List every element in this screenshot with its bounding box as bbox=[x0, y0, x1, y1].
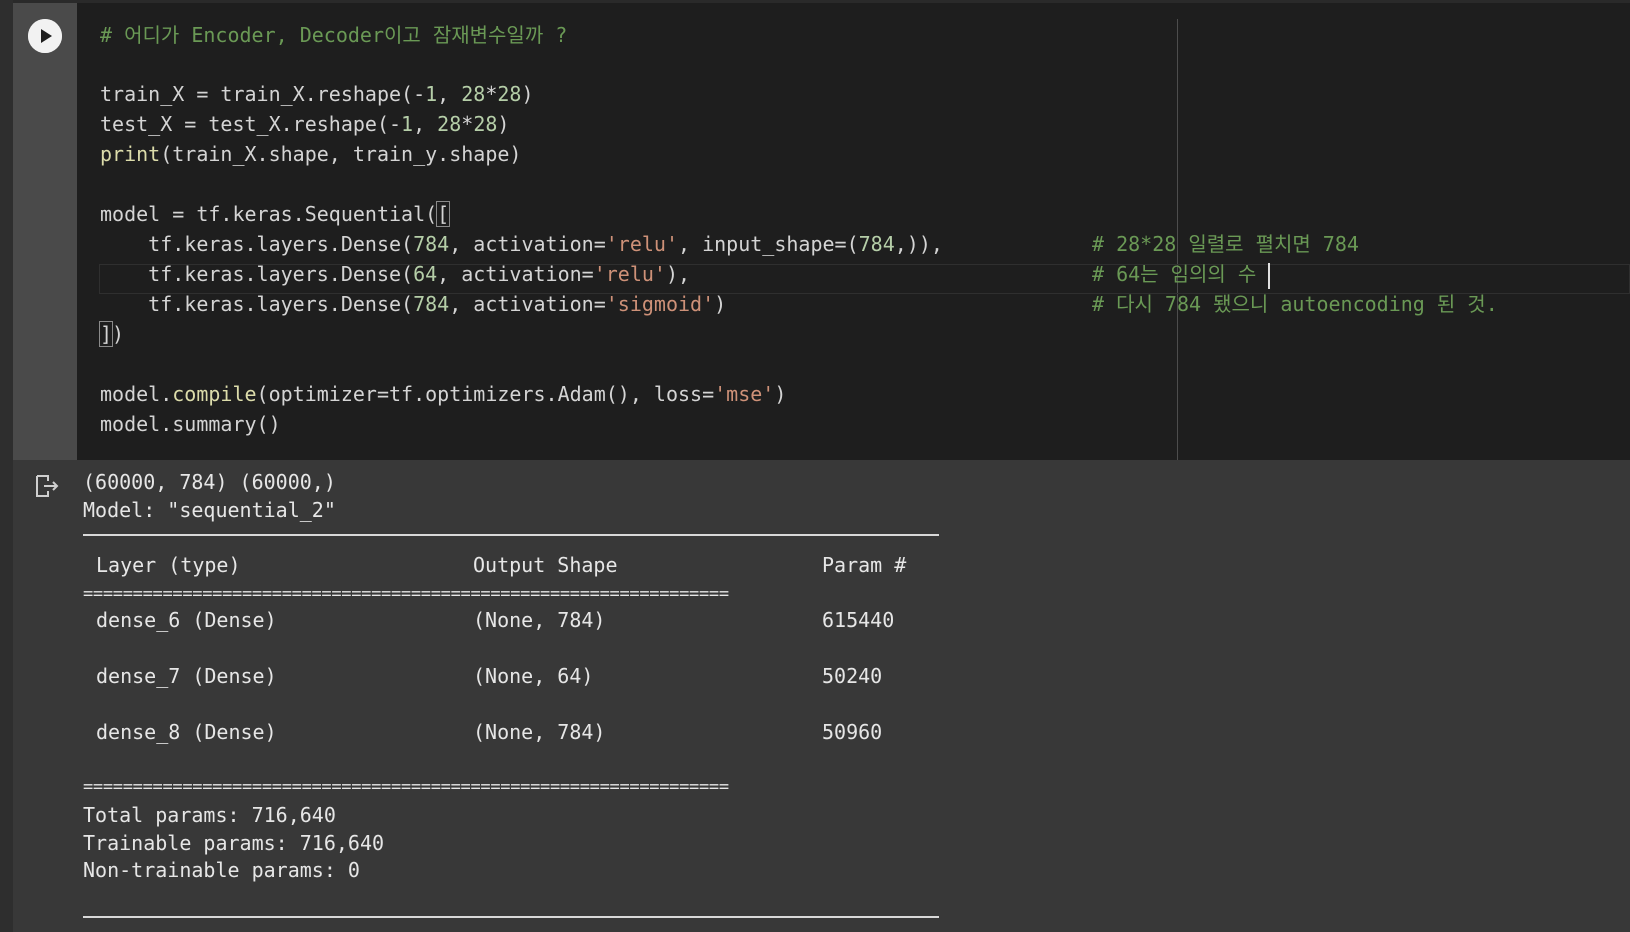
summary-row-layer: dense_6 (Dense) bbox=[96, 608, 277, 632]
output-arrow-icon[interactable] bbox=[34, 473, 60, 499]
code-token: test_X = test_X.reshape(- bbox=[100, 112, 402, 136]
code-function: compile bbox=[172, 382, 257, 406]
play-icon bbox=[28, 19, 62, 53]
text-caret bbox=[1268, 262, 1271, 289]
code-token: * bbox=[485, 82, 498, 106]
summary-bottom-rule bbox=[83, 916, 939, 918]
summary-double-rule-bottom: ========================================… bbox=[83, 777, 729, 797]
code-line-dense-2: tf.keras.layers.Dense(64, activation='re… bbox=[100, 259, 690, 289]
code-token: * bbox=[461, 112, 474, 136]
code-line-comment-title: # 어디가 Encoder, Decoder이고 잠재변수일까 ? bbox=[100, 23, 568, 47]
code-token: , input_shape=( bbox=[678, 232, 859, 256]
code-token: ,)), bbox=[894, 232, 943, 256]
code-comment-dense-2: # 64는 임의의 수 bbox=[1092, 259, 1271, 289]
code-string: 'mse' bbox=[714, 382, 775, 406]
code-token: ) bbox=[497, 112, 510, 136]
output-model-name: Model: "sequential_2" bbox=[83, 498, 336, 522]
code-number: 28 bbox=[461, 82, 486, 106]
code-editor[interactable]: # 어디가 Encoder, Decoder이고 잠재변수일까 ? train_… bbox=[77, 3, 1630, 460]
summary-row-param: 50960 bbox=[822, 720, 883, 744]
code-number: 1 bbox=[425, 82, 438, 106]
summary-header-param: Param # bbox=[822, 553, 907, 577]
cell-gutter bbox=[13, 3, 77, 460]
matching-bracket: [ bbox=[436, 201, 451, 227]
code-number: 28 bbox=[497, 82, 522, 106]
code-number: 1 bbox=[401, 112, 414, 136]
code-token: model = tf.keras.Sequential( bbox=[100, 202, 438, 226]
code-number: 784 bbox=[413, 232, 450, 256]
code-token: (optimizer=tf.optimizers.Adam(), loss= bbox=[256, 382, 715, 406]
code-token: , activation= bbox=[449, 232, 606, 256]
code-token: model. bbox=[100, 382, 173, 406]
summary-header-shape: Output Shape bbox=[473, 553, 618, 577]
code-line-reshape-test: test_X = test_X.reshape(-1, 28*28) bbox=[100, 109, 509, 139]
code-token: ), bbox=[665, 262, 691, 286]
code-number: 64 bbox=[413, 262, 438, 286]
code-line-model: model = tf.keras.Sequential([ bbox=[100, 199, 451, 229]
code-token: tf.keras.layers.Dense( bbox=[100, 232, 414, 256]
code-token: tf.keras.layers.Dense( bbox=[100, 292, 414, 316]
summary-row-layer: dense_8 (Dense) bbox=[96, 720, 277, 744]
code-number: 28 bbox=[473, 112, 498, 136]
code-token: tf.keras.layers.Dense( bbox=[100, 262, 414, 286]
code-comment-text: # 64는 임의의 수 bbox=[1092, 262, 1269, 286]
code-number: 784 bbox=[858, 232, 895, 256]
summary-top-rule bbox=[83, 534, 939, 536]
summary-row-param: 50240 bbox=[822, 664, 883, 688]
matching-bracket: ] bbox=[98, 321, 114, 347]
summary-trainable-params: Trainable params: 716,640 bbox=[83, 831, 385, 855]
run-cell-button[interactable] bbox=[28, 19, 62, 53]
summary-row-param: 615440 bbox=[822, 608, 895, 632]
code-line-dense-3: tf.keras.layers.Dense(784, activation='s… bbox=[100, 289, 726, 319]
summary-total-params: Total params: 716,640 bbox=[83, 803, 336, 827]
code-line-print: print(train_X.shape, train_y.shape) bbox=[100, 139, 521, 169]
code-string: 'relu' bbox=[593, 262, 666, 286]
summary-row-layer: dense_7 (Dense) bbox=[96, 664, 277, 688]
code-line-summary: model.summary() bbox=[100, 412, 281, 436]
summary-row-shape: (None, 784) bbox=[473, 720, 606, 744]
code-line-reshape-train: train_X = train_X.reshape(-1, 28*28) bbox=[100, 79, 534, 109]
summary-non-trainable-params: Non-trainable params: 0 bbox=[83, 858, 360, 882]
code-comment-dense-1: # 28*28 일렬로 펼치면 784 bbox=[1092, 232, 1359, 256]
code-string: 'sigmoid' bbox=[605, 292, 715, 316]
code-line-close: ]) bbox=[98, 319, 125, 349]
code-token: ) bbox=[521, 82, 534, 106]
code-line-compile: model.compile(optimizer=tf.optimizers.Ad… bbox=[100, 379, 786, 409]
code-token: , bbox=[437, 82, 462, 106]
code-number: 28 bbox=[437, 112, 462, 136]
code-token: (train_X.shape, train_y.shape) bbox=[160, 142, 522, 166]
code-function: print bbox=[100, 142, 161, 166]
summary-double-rule: ========================================… bbox=[83, 584, 729, 604]
code-token: ) bbox=[112, 322, 125, 346]
summary-row-shape: (None, 784) bbox=[473, 608, 606, 632]
code-token: ) bbox=[774, 382, 787, 406]
window-left-edge bbox=[0, 0, 13, 932]
code-token: , bbox=[413, 112, 438, 136]
code-token: , activation= bbox=[437, 262, 594, 286]
code-token: , activation= bbox=[449, 292, 606, 316]
code-token: ) bbox=[714, 292, 727, 316]
code-cell[interactable]: # 어디가 Encoder, Decoder이고 잠재변수일까 ? train_… bbox=[13, 3, 1630, 932]
code-comment-dense-3: # 다시 784 됐으니 autoencoding 된 것. bbox=[1092, 292, 1498, 316]
code-token: train_X = train_X.reshape(- bbox=[100, 82, 426, 106]
summary-header-layer: Layer (type) bbox=[96, 553, 241, 577]
code-number: 784 bbox=[413, 292, 450, 316]
output-shapes: (60000, 784) (60000,) bbox=[83, 470, 336, 494]
code-line-dense-1: tf.keras.layers.Dense(784, activation='r… bbox=[100, 229, 943, 259]
summary-row-shape: (None, 64) bbox=[473, 664, 594, 688]
code-string: 'relu' bbox=[605, 232, 678, 256]
